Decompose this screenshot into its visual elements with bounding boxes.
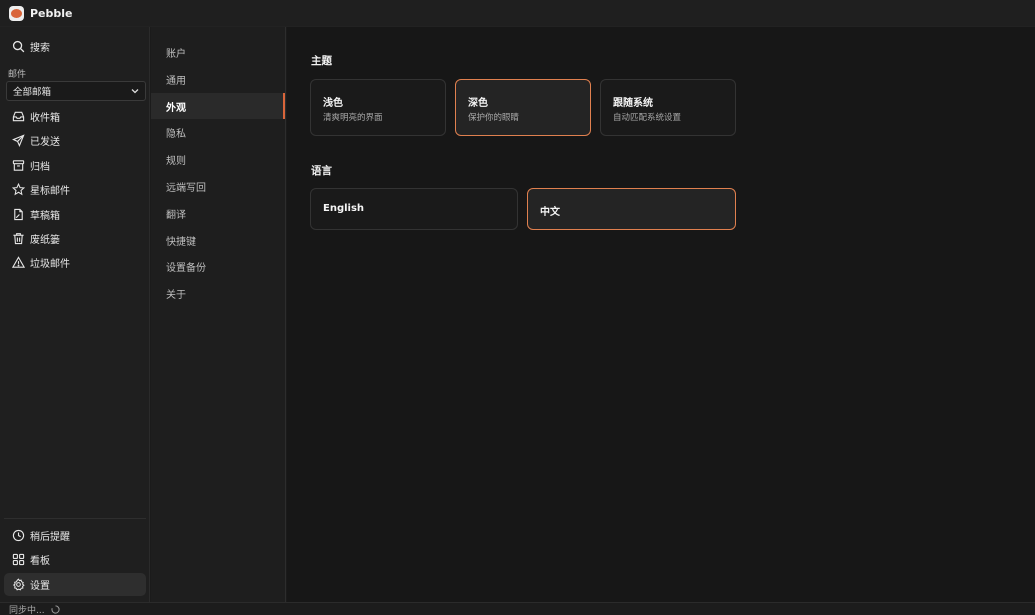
- sidebar-item-label: 看板: [30, 556, 50, 567]
- settings-nav-rules[interactable]: 规则: [151, 146, 285, 172]
- theme-option-title: 深色: [468, 98, 488, 109]
- gear-icon: [12, 578, 25, 591]
- sidebar-item-inbox[interactable]: 收件箱: [4, 105, 146, 128]
- sidebar-item-settings[interactable]: 设置: [4, 573, 146, 596]
- theme-option-desc: 保护你的眼睛: [468, 113, 520, 123]
- clock-icon: [12, 529, 25, 542]
- settings-nav-privacy[interactable]: 隐私: [151, 119, 285, 145]
- sidebar-item-label: 收件箱: [30, 113, 60, 124]
- sidebar-item-label: 稍后提醒: [30, 532, 70, 543]
- app-window: Pebble 搜索 邮件 全部邮箱 收件箱 已发送 归档 星标邮件 草稿箱 废纸…: [0, 0, 1035, 615]
- sidebar-item-archive[interactable]: 归档: [4, 154, 146, 177]
- sidebar-item-drafts[interactable]: 草稿箱: [4, 203, 146, 226]
- theme-option-title: 跟随系统: [613, 98, 653, 109]
- sidebar-item-board[interactable]: 看板: [4, 548, 146, 571]
- sync-status: 同步中...: [9, 605, 45, 615]
- settings-nav-appearance[interactable]: 外观: [151, 93, 285, 119]
- settings-nav-account[interactable]: 账户: [151, 39, 285, 65]
- settings-nav-shortcuts[interactable]: 快捷键: [151, 227, 285, 253]
- language-section-title: 语言: [311, 165, 332, 177]
- settings-nav-remote-writeback[interactable]: 远端写回: [151, 173, 285, 199]
- theme-option-desc: 自动匹配系统设置: [613, 113, 682, 123]
- sidebar-item-label: 设置: [30, 581, 50, 592]
- search-label: 搜索: [30, 43, 50, 54]
- grid-icon: [12, 553, 25, 566]
- app-logo-icon: [9, 5, 24, 21]
- settings-nav-about[interactable]: 关于: [151, 280, 285, 306]
- app-title: Pebble: [30, 6, 73, 20]
- chevron-down-icon: [131, 89, 139, 94]
- draft-icon: [12, 208, 25, 221]
- theme-option-title: 浅色: [323, 98, 343, 109]
- status-bar: 同步中...: [0, 602, 1035, 615]
- sidebar-item-label: 废纸篓: [30, 235, 60, 246]
- archive-icon: [12, 159, 25, 172]
- sidebar-item-spam[interactable]: 垃圾邮件: [4, 251, 146, 274]
- sidebar-item-label: 归档: [30, 162, 50, 173]
- language-option-title: 中文: [540, 207, 560, 218]
- settings-nav-general[interactable]: 通用: [151, 66, 285, 92]
- theme-option-light[interactable]: 浅色 清爽明亮的界面: [310, 79, 446, 136]
- search-icon: [12, 40, 25, 53]
- language-option-title: English: [323, 203, 365, 214]
- mailbox-select[interactable]: 全部邮箱: [6, 81, 146, 101]
- language-option-english[interactable]: English: [310, 188, 518, 230]
- star-icon: [12, 183, 25, 196]
- title-bar: Pebble: [0, 0, 1035, 27]
- send-icon: [12, 134, 25, 147]
- sidebar-item-label: 星标邮件: [30, 186, 70, 197]
- theme-option-system[interactable]: 跟随系统 自动匹配系统设置: [600, 79, 736, 136]
- appearance-panel: 主题 浅色 清爽明亮的界面 深色 保护你的眼睛 跟随系统 自动匹配系统设置 语言…: [287, 27, 1035, 602]
- theme-section-title: 主题: [311, 55, 332, 67]
- sidebar-divider: [4, 518, 146, 519]
- trash-icon: [12, 232, 25, 245]
- sidebar-item-label: 草稿箱: [30, 211, 60, 222]
- sidebar-item-snoozed[interactable]: 稍后提醒: [4, 524, 146, 547]
- sidebar-item-trash[interactable]: 废纸篓: [4, 227, 146, 250]
- language-option-chinese[interactable]: 中文: [527, 188, 736, 230]
- theme-option-dark[interactable]: 深色 保护你的眼睛: [455, 79, 591, 136]
- mailbox-select-value: 全部邮箱: [13, 87, 52, 98]
- sidebar: 搜索 邮件 全部邮箱 收件箱 已发送 归档 星标邮件 草稿箱 废纸篓 垃圾邮件 …: [0, 27, 150, 602]
- sidebar-item-label: 已发送: [30, 137, 60, 148]
- theme-option-desc: 清爽明亮的界面: [323, 113, 383, 123]
- settings-nav-translation[interactable]: 翻译: [151, 200, 285, 226]
- settings-nav: 账户 通用 外观 隐私 规则 远端写回 翻译 快捷键 设置备份 关于: [151, 27, 286, 602]
- settings-nav-backup[interactable]: 设置备份: [151, 253, 285, 279]
- search-button[interactable]: 搜索: [4, 35, 146, 58]
- sync-spinner-icon: [51, 604, 60, 614]
- inbox-icon: [12, 110, 25, 123]
- mail-section-label: 邮件: [8, 70, 27, 80]
- sidebar-item-sent[interactable]: 已发送: [4, 129, 146, 152]
- sidebar-item-label: 垃圾邮件: [30, 259, 70, 270]
- sidebar-item-starred[interactable]: 星标邮件: [4, 178, 146, 201]
- warning-icon: [12, 256, 25, 269]
